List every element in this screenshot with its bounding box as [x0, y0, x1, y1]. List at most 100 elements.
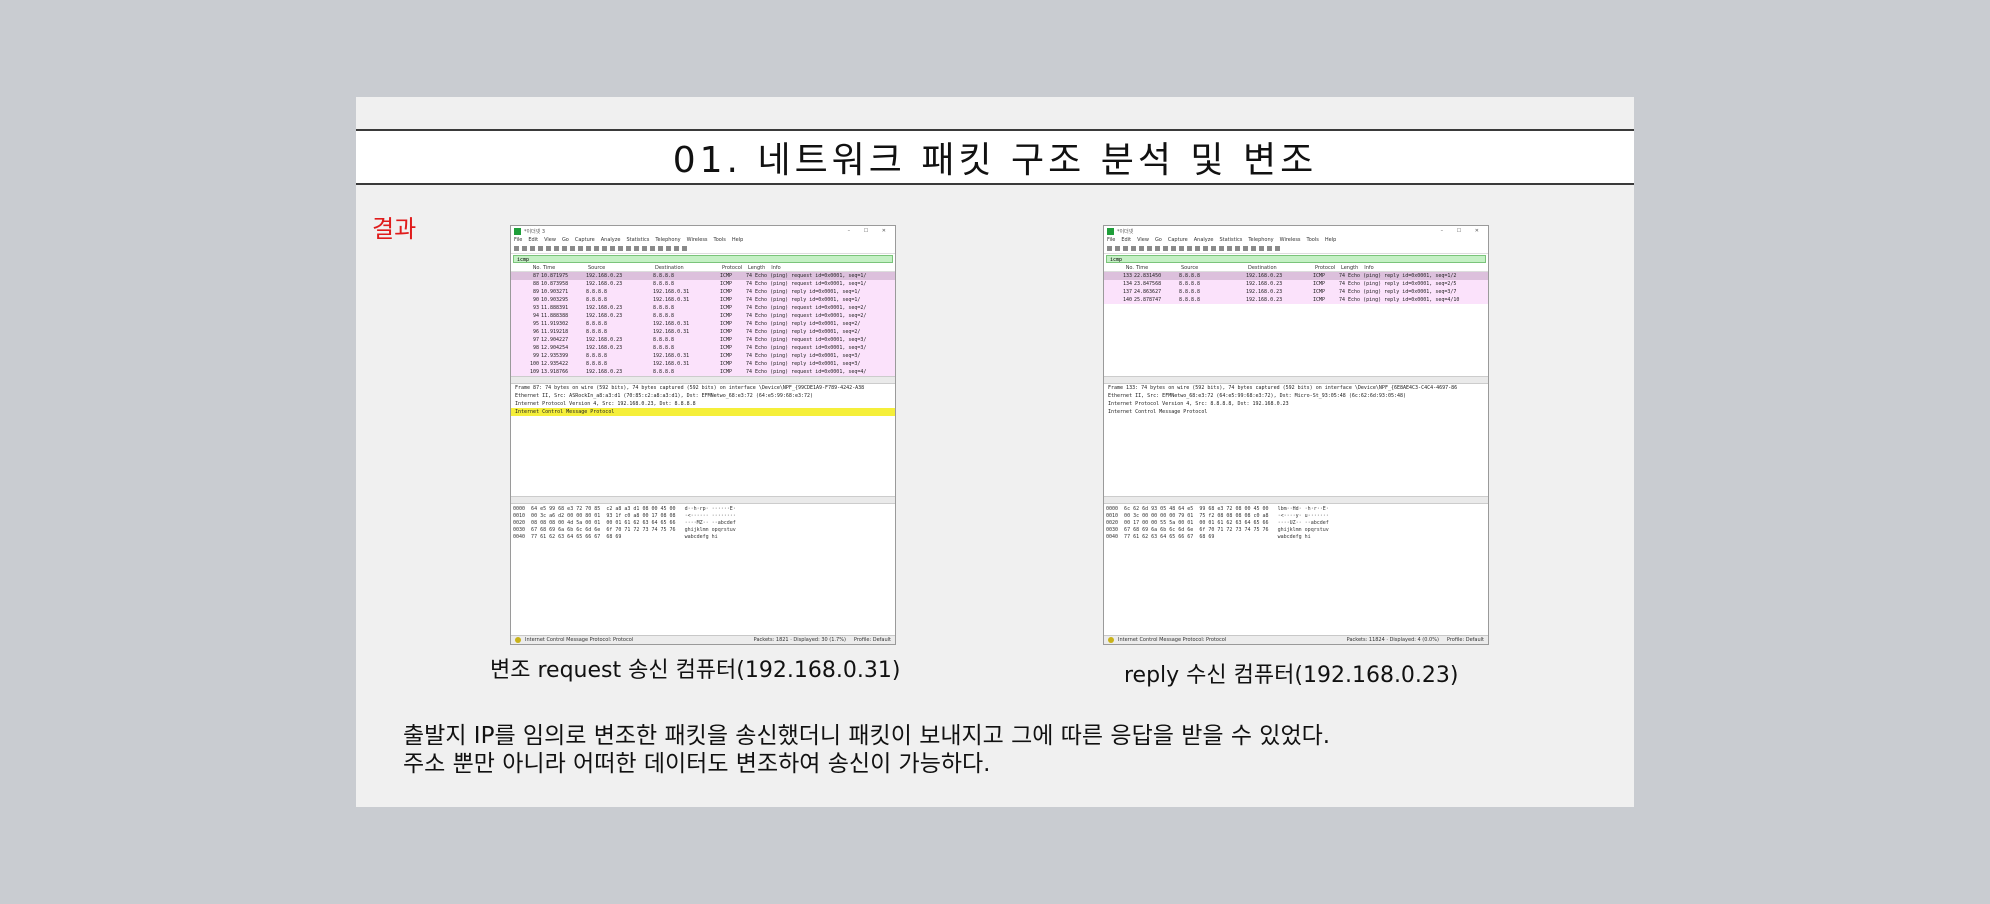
display-filter-input[interactable]: icmp	[513, 255, 893, 263]
toolbar-button-icon[interactable]	[1131, 246, 1136, 251]
packet-row[interactable]: 137 24.863627 8.8.8.8 192.168.0.23 ICMP 74 Ec…	[1104, 288, 1488, 296]
packet-detail-line[interactable]: Internet Protocol Version 4, Src: 8.8.8.…	[1104, 400, 1488, 408]
column-header[interactable]: No.	[513, 265, 543, 271]
toolbar-button-icon[interactable]	[642, 246, 647, 251]
display-filter-input[interactable]: icmp	[1106, 255, 1486, 263]
toolbar-button-icon[interactable]	[554, 246, 559, 251]
packet-row[interactable]: 100 12.935422 8.8.8.8 192.168.0.31 ICMP 74 Ec…	[511, 360, 895, 368]
column-header[interactable]: Destination	[1248, 265, 1315, 271]
toolbar-button-icon[interactable]	[626, 246, 631, 251]
column-header[interactable]: Protocol	[1315, 265, 1341, 271]
menu-item[interactable]: View	[544, 237, 556, 243]
toolbar-button-icon[interactable]	[522, 246, 527, 251]
packet-row[interactable]: 96 11.919218 8.8.8.8 192.168.0.31 ICMP 74 Ech…	[511, 328, 895, 336]
packet-row[interactable]: 94 11.888388 192.168.0.23 8.8.8.8 ICMP 74 Ech…	[511, 312, 895, 320]
toolbar-button-icon[interactable]	[1243, 246, 1248, 251]
toolbar-button-icon[interactable]	[658, 246, 663, 251]
toolbar-button-icon[interactable]	[586, 246, 591, 251]
menu-item[interactable]: View	[1137, 237, 1149, 243]
packet-row[interactable]: 134 23.847568 8.8.8.8 192.168.0.23 ICMP 74 Ec…	[1104, 280, 1488, 288]
toolbar-button-icon[interactable]	[602, 246, 607, 251]
menu-item[interactable]: Go	[1155, 237, 1162, 243]
packet-detail-line[interactable]: Internet Control Message Protocol	[1104, 408, 1488, 416]
toolbar-button-icon[interactable]	[1123, 246, 1128, 251]
menu-item[interactable]: Tools	[1307, 237, 1319, 243]
toolbar-button-icon[interactable]	[1211, 246, 1216, 251]
menu-item[interactable]: File	[514, 237, 522, 243]
toolbar-button-icon[interactable]	[1219, 246, 1224, 251]
toolbar-button-icon[interactable]	[578, 246, 583, 251]
toolbar-button-icon[interactable]	[634, 246, 639, 251]
column-header[interactable]: Protocol	[722, 265, 748, 271]
packet-row[interactable]: 133 22.831450 8.8.8.8 192.168.0.23 ICMP 74 Ec…	[1104, 272, 1488, 280]
toolbar-button-icon[interactable]	[546, 246, 551, 251]
packet-row[interactable]: 88 10.873958 192.168.0.23 8.8.8.8 ICMP 74 Ech…	[511, 280, 895, 288]
toolbar-button-icon[interactable]	[1267, 246, 1272, 251]
menu-item[interactable]: Wireless	[687, 237, 708, 243]
column-header[interactable]: Time	[543, 265, 588, 271]
toolbar-button-icon[interactable]	[1259, 246, 1264, 251]
toolbar-button-icon[interactable]	[1139, 246, 1144, 251]
menu-item[interactable]: Capture	[575, 237, 595, 243]
toolbar-button-icon[interactable]	[570, 246, 575, 251]
toolbar-button-icon[interactable]	[1251, 246, 1256, 251]
packet-detail-line[interactable]: Ethernet II, Src: ASRockIn_a8:a3:d1 (70:…	[511, 392, 895, 400]
packet-row[interactable]: 90 10.903295 8.8.8.8 192.168.0.31 ICMP 74 Ech…	[511, 296, 895, 304]
menu-item[interactable]: Analyze	[601, 237, 621, 243]
column-header[interactable]: No.	[1106, 265, 1136, 271]
toolbar-button-icon[interactable]	[1171, 246, 1176, 251]
packet-row[interactable]: 97 12.904227 192.168.0.23 8.8.8.8 ICMP 74 Ech…	[511, 336, 895, 344]
toolbar-button-icon[interactable]	[1179, 246, 1184, 251]
toolbar-button-icon[interactable]	[1115, 246, 1120, 251]
menu-item[interactable]: Tools	[714, 237, 726, 243]
packet-detail-line[interactable]: Internet Protocol Version 4, Src: 192.16…	[511, 400, 895, 408]
menu-item[interactable]: Help	[732, 237, 743, 243]
window-controls[interactable]: – ☐ ✕	[848, 228, 892, 234]
packet-row[interactable]: 109 13.918766 192.168.0.23 8.8.8.8 ICMP 74 Ec…	[511, 368, 895, 376]
menu-item[interactable]: Statistics	[626, 237, 649, 243]
toolbar-button-icon[interactable]	[674, 246, 679, 251]
toolbar-button-icon[interactable]	[594, 246, 599, 251]
menu-item[interactable]: Help	[1325, 237, 1336, 243]
packet-detail-line[interactable]: Ethernet II, Src: EFMNetwo_68:e3:72 (64:…	[1104, 392, 1488, 400]
window-controls[interactable]: – ☐ ✕	[1441, 228, 1485, 234]
column-header[interactable]: Time	[1136, 265, 1181, 271]
packet-row[interactable]: 89 10.903271 8.8.8.8 192.168.0.31 ICMP 74 Ech…	[511, 288, 895, 296]
toolbar-button-icon[interactable]	[1155, 246, 1160, 251]
toolbar-button-icon[interactable]	[530, 246, 535, 251]
toolbar-button-icon[interactable]	[1147, 246, 1152, 251]
toolbar-button-icon[interactable]	[538, 246, 543, 251]
column-header[interactable]: Source	[588, 265, 655, 271]
menu-item[interactable]: Telephony	[1248, 237, 1273, 243]
toolbar-button-icon[interactable]	[1163, 246, 1168, 251]
packet-detail-line[interactable]: Frame 133: 74 bytes on wire (592 bits), …	[1104, 384, 1488, 392]
packet-row[interactable]: 99 12.935399 8.8.8.8 192.168.0.31 ICMP 74 Ech…	[511, 352, 895, 360]
toolbar-button-icon[interactable]	[1187, 246, 1192, 251]
menu-item[interactable]: Telephony	[655, 237, 680, 243]
toolbar-button-icon[interactable]	[1203, 246, 1208, 251]
toolbar-button-icon[interactable]	[562, 246, 567, 251]
packet-row[interactable]: 93 11.888391 192.168.0.23 8.8.8.8 ICMP 74 Ech…	[511, 304, 895, 312]
toolbar-button-icon[interactable]	[1275, 246, 1280, 251]
toolbar-button-icon[interactable]	[1107, 246, 1112, 251]
menu-item[interactable]: Go	[562, 237, 569, 243]
packet-detail-line[interactable]: Internet Control Message Protocol	[511, 408, 895, 416]
menu-item[interactable]: Wireless	[1280, 237, 1301, 243]
toolbar-button-icon[interactable]	[1227, 246, 1232, 251]
toolbar-button-icon[interactable]	[618, 246, 623, 251]
column-header[interactable]: Source	[1181, 265, 1248, 271]
toolbar-button-icon[interactable]	[682, 246, 687, 251]
packet-row[interactable]: 87 10.871975 192.168.0.23 8.8.8.8 ICMP 74 Ech…	[511, 272, 895, 280]
toolbar-button-icon[interactable]	[1195, 246, 1200, 251]
menu-item[interactable]: Capture	[1168, 237, 1188, 243]
menu-item[interactable]: Statistics	[1219, 237, 1242, 243]
menu-item[interactable]: File	[1107, 237, 1115, 243]
packet-row[interactable]: 140 25.878747 8.8.8.8 192.168.0.23 ICMP 74 Ec…	[1104, 296, 1488, 304]
packet-row[interactable]: 98 12.904254 192.168.0.23 8.8.8.8 ICMP 74 Ech…	[511, 344, 895, 352]
packet-detail-line[interactable]: Frame 87: 74 bytes on wire (592 bits), 7…	[511, 384, 895, 392]
menu-item[interactable]: Edit	[528, 237, 538, 243]
column-header[interactable]: Destination	[655, 265, 722, 271]
packet-row[interactable]: 95 11.919302 8.8.8.8 192.168.0.31 ICMP 74 Ech…	[511, 320, 895, 328]
menu-item[interactable]: Edit	[1121, 237, 1131, 243]
menu-item[interactable]: Analyze	[1194, 237, 1214, 243]
